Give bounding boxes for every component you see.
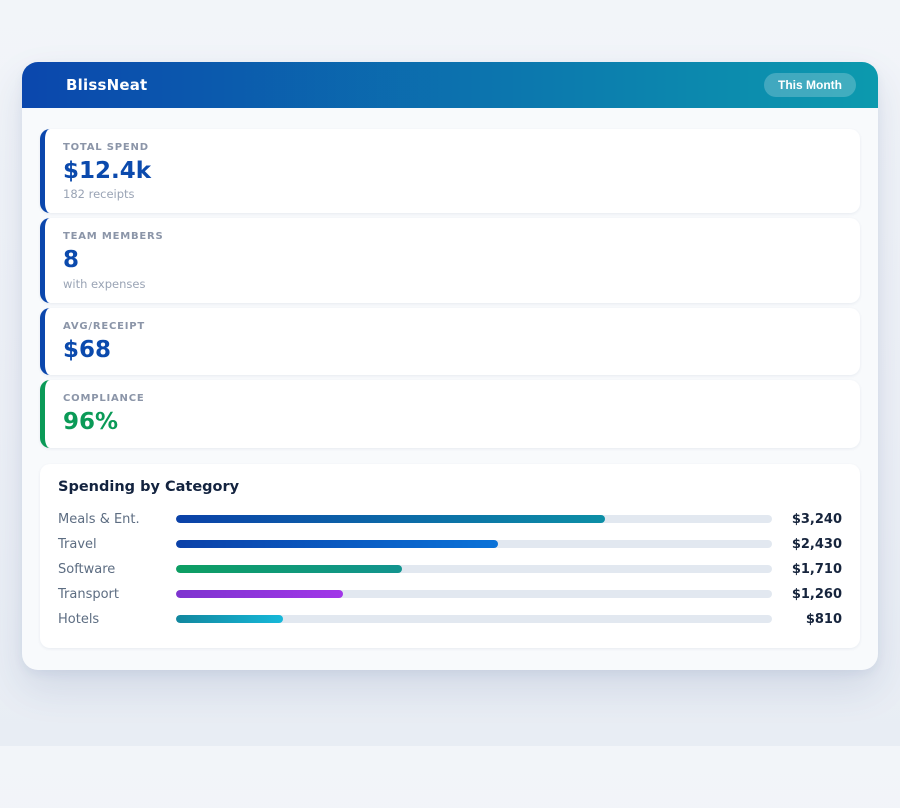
chart-row-travel: Travel $2,430: [58, 532, 842, 557]
category-label: Hotels: [58, 612, 176, 627]
category-label: Meals & Ent.: [58, 512, 176, 527]
stat-label: TOTAL SPEND: [63, 142, 842, 153]
chart-row-transport: Transport $1,260: [58, 582, 842, 607]
stats-section: TOTAL SPEND $12.4k 182 receipts TEAM MEM…: [22, 108, 878, 448]
category-value: $3,240: [782, 512, 842, 527]
stat-label: COMPLIANCE: [63, 393, 842, 404]
dashboard-card: BlissNeat This Month TOTAL SPEND $12.4k …: [22, 62, 878, 670]
period-badge[interactable]: This Month: [764, 73, 856, 97]
bar-track: [176, 565, 772, 573]
category-value: $2,430: [782, 537, 842, 552]
category-value: $810: [782, 612, 842, 627]
bar-track: [176, 515, 772, 523]
category-value: $1,710: [782, 562, 842, 577]
chart-row-hotels: Hotels $810: [58, 607, 842, 632]
stat-label: AVG/RECEIPT: [63, 321, 842, 332]
spending-by-category-card: Spending by Category Meals & Ent. $3,240…: [40, 464, 860, 648]
bar-track: [176, 540, 772, 548]
stat-card-compliance: COMPLIANCE 96%: [40, 380, 860, 447]
stat-value: 8: [63, 247, 842, 273]
bar-fill-hotels: [176, 615, 283, 623]
app-header: BlissNeat This Month: [22, 62, 878, 108]
stat-card-total-spend: TOTAL SPEND $12.4k 182 receipts: [40, 129, 860, 213]
stat-value: $68: [63, 337, 842, 363]
stat-subtext: 182 receipts: [63, 187, 842, 201]
chart-title: Spending by Category: [58, 479, 842, 495]
stat-value: $12.4k: [63, 158, 842, 184]
bar-fill-travel: [176, 540, 498, 548]
app-title: BlissNeat: [66, 76, 147, 94]
chart-row-meals: Meals & Ent. $3,240: [58, 507, 842, 532]
category-value: $1,260: [782, 587, 842, 602]
bar-fill-meals: [176, 515, 605, 523]
category-label: Travel: [58, 537, 176, 552]
chart-row-software: Software $1,710: [58, 557, 842, 582]
stat-value: 96%: [63, 409, 842, 435]
stat-subtext: with expenses: [63, 277, 842, 291]
stat-card-avg-receipt: AVG/RECEIPT $68: [40, 308, 860, 375]
stat-card-team-members: TEAM MEMBERS 8 with expenses: [40, 218, 860, 302]
stat-label: TEAM MEMBERS: [63, 231, 842, 242]
category-label: Software: [58, 562, 176, 577]
bar-track: [176, 590, 772, 598]
bar-track: [176, 615, 772, 623]
category-label: Transport: [58, 587, 176, 602]
bar-fill-transport: [176, 590, 343, 598]
bar-fill-software: [176, 565, 402, 573]
